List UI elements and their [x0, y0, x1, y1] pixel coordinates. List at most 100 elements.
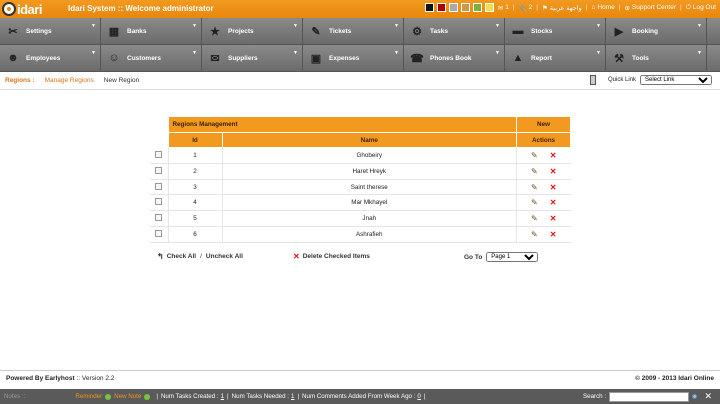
table-row: 3 Saint therese ✎ ✕	[150, 179, 571, 196]
dropdown-arrow-icon[interactable]: ▼	[293, 50, 298, 56]
theme-swatch[interactable]	[472, 3, 482, 12]
dropdown-arrow-icon[interactable]: ▼	[192, 50, 197, 56]
row-checkbox[interactable]	[155, 150, 163, 158]
table-title: Regions Management	[167, 116, 517, 133]
new-region-link[interactable]: New Region	[104, 77, 139, 84]
theme-swatch[interactable]	[484, 3, 494, 12]
menu-item-employees[interactable]: ☻ Employees ▼	[0, 45, 101, 72]
dropdown-arrow-icon[interactable]: ▼	[394, 23, 399, 29]
dropdown-arrow-icon[interactable]: ▼	[394, 50, 399, 56]
edit-pencil-icon[interactable]: ✎	[531, 183, 538, 192]
edit-pencil-icon[interactable]: ✎	[531, 198, 538, 207]
envelope-icon: ✉	[497, 4, 504, 12]
delete-checked-button[interactable]: ✕ Delete Checked Items	[293, 252, 370, 261]
row-checkbox-cell	[150, 179, 168, 196]
support-label: Support Center	[631, 4, 676, 11]
bank-icon: ▦	[108, 25, 120, 38]
dropdown-arrow-icon[interactable]: ▼	[91, 23, 96, 29]
edit-pencil-icon[interactable]: ✎	[531, 167, 538, 176]
menu-item-tools[interactable]: ⚒ Tools ▼	[606, 45, 707, 72]
row-name: Mar Mkhayel	[221, 194, 517, 212]
theme-swatch[interactable]	[424, 3, 434, 12]
dropdown-arrow-icon[interactable]: ▼	[697, 23, 702, 29]
page-select[interactable]: Page 1	[486, 252, 539, 262]
menu-item-suppliers[interactable]: ✉ Suppliers ▼	[202, 45, 303, 72]
menu-item-customers[interactable]: ☺ Customers ▼	[101, 45, 202, 72]
dropdown-arrow-icon[interactable]: ▼	[192, 23, 197, 29]
calculator-icon[interactable]	[589, 75, 596, 85]
language-link[interactable]: ⚑ واجهة عربية	[542, 4, 582, 12]
delete-x-icon[interactable]: ✕	[550, 214, 557, 223]
menu-item-stocks[interactable]: ▬ Stocks ▼	[505, 18, 606, 45]
app-title: Idari System :: Welcome administrator	[68, 4, 214, 13]
dropdown-arrow-icon[interactable]: ▼	[596, 23, 601, 29]
top-right-toolbar: ✉ 1 | 📎 2 | ⚑ واجهة عربية | ⌂ Home | ⊕ Suppor…	[424, 3, 716, 12]
dropdown-arrow-icon[interactable]: ▼	[596, 50, 601, 56]
menu-item-report[interactable]: ▲ Report ▼	[505, 45, 606, 72]
menu-item-settings[interactable]: ✂ Settings ▼	[0, 18, 101, 45]
dropdown-arrow-icon[interactable]: ▼	[91, 50, 96, 56]
check-all-link[interactable]: Check All	[167, 253, 196, 260]
app-logo[interactable]: idari	[2, 0, 42, 18]
messages-link[interactable]: ✉ 1	[498, 4, 509, 12]
menu-item-tickets[interactable]: ✎ Tickets ▼	[303, 18, 404, 45]
delete-x-icon[interactable]: ✕	[550, 230, 557, 239]
support-link[interactable]: ⊕ Support Center	[624, 4, 676, 12]
row-checkbox-cell	[150, 210, 168, 227]
menu-item-booking[interactable]: ▶ Booking ▼	[606, 18, 707, 45]
menu-item-label: Tasks	[430, 27, 448, 35]
delete-x-icon[interactable]: ✕	[550, 151, 557, 160]
theme-swatch[interactable]	[460, 3, 470, 12]
delete-x-icon[interactable]: ✕	[550, 183, 557, 192]
comments-label: Num Comments Added From Week Ago :	[302, 393, 416, 400]
col-header-name[interactable]: Name	[221, 131, 517, 149]
search-icon[interactable]: ◉	[692, 393, 697, 400]
row-id: 6	[167, 226, 222, 243]
dropdown-arrow-icon[interactable]: ▼	[697, 50, 702, 56]
table-row: 1 Ghobeiry ✎ ✕	[150, 147, 571, 165]
home-icon: ⌂	[591, 4, 596, 11]
dropdown-arrow-icon[interactable]: ▼	[495, 50, 500, 56]
tasks-created-label: Num Tasks Created :	[160, 393, 219, 400]
menu-item-projects[interactable]: ★ Projects ▼	[202, 18, 303, 45]
table-row: 2 Haret Hreyk ✎ ✕	[150, 163, 571, 180]
new-note-link[interactable]: New Note	[114, 393, 141, 400]
edit-pencil-icon[interactable]: ✎	[531, 230, 538, 239]
manage-regions-link[interactable]: Manage Regions	[45, 77, 94, 84]
quick-link-select[interactable]: Select Link	[640, 75, 712, 85]
delete-x-icon[interactable]: ✕	[550, 198, 557, 207]
theme-swatch[interactable]	[448, 3, 458, 12]
comments-count[interactable]: 0	[417, 393, 420, 400]
edit-pencil-icon[interactable]: ✎	[531, 151, 538, 160]
search-input[interactable]	[609, 391, 690, 402]
menu-item-tasks[interactable]: ⚙ Tasks ▼	[404, 18, 505, 45]
row-name: Jnah	[221, 210, 517, 227]
row-checkbox[interactable]	[155, 182, 163, 190]
theme-swatch[interactable]	[436, 3, 446, 12]
menu-item-expenses[interactable]: ▣ Expenses ▼	[303, 45, 404, 72]
dropdown-arrow-icon[interactable]: ▼	[495, 23, 500, 29]
home-link[interactable]: ⌂ Home	[591, 4, 614, 11]
logout-link[interactable]: ⏻ Log Out	[686, 4, 716, 12]
breadcrumb: Regions : Manage Regions New Region Quic…	[0, 72, 720, 90]
dropdown-arrow-icon[interactable]: ▼	[293, 23, 298, 29]
delete-x-icon[interactable]: ✕	[550, 167, 557, 176]
row-checkbox[interactable]	[155, 229, 163, 237]
uncheck-all-link[interactable]: Uncheck All	[206, 253, 243, 260]
new-region-button[interactable]: New	[516, 116, 571, 133]
row-checkbox[interactable]	[155, 198, 163, 206]
table-row: 6 Ashrafieh ✎ ✕	[150, 226, 571, 243]
edit-pencil-icon[interactable]: ✎	[531, 214, 538, 223]
reminder-link[interactable]: Reminder	[75, 393, 102, 400]
employees-icon: ☻	[7, 52, 19, 64]
row-checkbox[interactable]	[155, 213, 163, 221]
attachments-link[interactable]: 📎 2	[519, 4, 533, 12]
col-header-id[interactable]: Id	[167, 131, 223, 149]
menu-item-phones-book[interactable]: ☎ Phones Book ▼	[404, 45, 505, 72]
row-name: Haret Hreyk	[221, 163, 517, 180]
tasks-created-count[interactable]: 1	[221, 393, 224, 400]
close-icon[interactable]: ✕	[704, 391, 712, 402]
tasks-needed-count[interactable]: 1	[291, 393, 294, 400]
row-checkbox[interactable]	[155, 166, 163, 174]
menu-item-banks[interactable]: ▦ Banks ▼	[101, 18, 202, 45]
